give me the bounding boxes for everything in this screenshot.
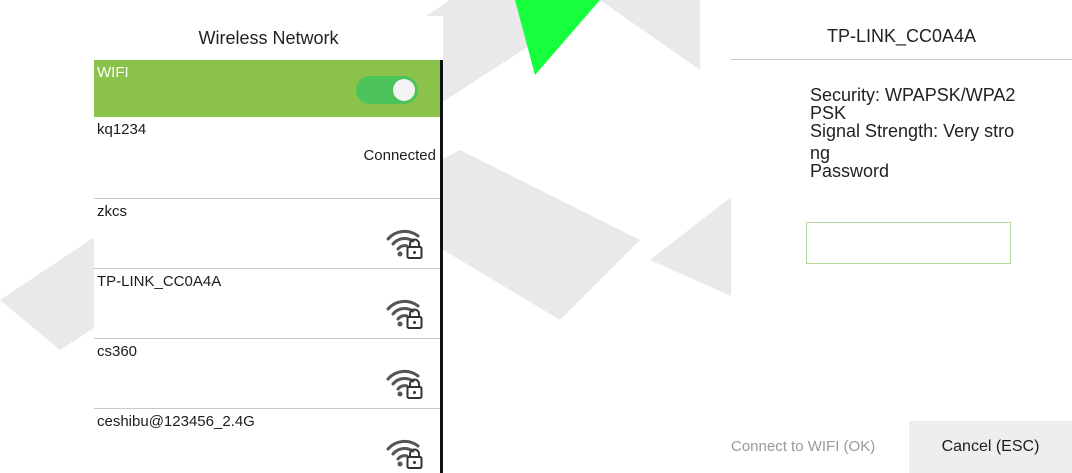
wifi-label: WIFI <box>97 64 129 81</box>
cancel-button[interactable]: Cancel (ESC) <box>909 421 1072 473</box>
network-detail-screen: TP-LINK_CC0A4A Security: WPAPSK/WPA2 PSK… <box>731 16 1072 473</box>
wireless-network-screen: Wireless Network WIFI kq1234 Connected z… <box>94 16 443 473</box>
network-name: cs360 <box>97 343 138 360</box>
password-label: Password <box>810 161 890 181</box>
network-item-ceshibu[interactable]: ceshibu@123456_2.4G <box>94 409 440 473</box>
network-item-kq1234[interactable]: kq1234 Connected <box>94 117 440 199</box>
network-item-tp-link-cc0a4a[interactable]: TP-LINK_CC0A4A <box>94 269 440 339</box>
connect-button[interactable]: Connect to WIFI (OK) <box>731 421 909 473</box>
connection-status: Connected <box>363 147 436 164</box>
wifi-lock-icon <box>386 439 423 469</box>
security-line-2: PSK <box>810 103 847 123</box>
wifi-lock-icon <box>386 369 423 399</box>
password-field[interactable] <box>806 222 1011 264</box>
network-name: zkcs <box>97 203 127 220</box>
network-name: ceshibu@123456_2.4G <box>97 413 255 430</box>
screen-edge <box>440 60 443 473</box>
network-name: kq1234 <box>97 121 147 138</box>
signal-line-1: Signal Strength: Very stro <box>810 121 1015 141</box>
network-item-zkcs[interactable]: zkcs <box>94 199 440 269</box>
wifi-toggle-switch[interactable] <box>356 76 418 104</box>
toggle-knob <box>393 79 415 101</box>
wifi-lock-icon <box>386 299 423 329</box>
network-title: TP-LINK_CC0A4A <box>731 16 1072 60</box>
network-name: TP-LINK_CC0A4A <box>97 273 222 290</box>
network-item-cs360[interactable]: cs360 <box>94 339 440 409</box>
signal-line-2: ng <box>810 143 831 163</box>
wifi-lock-icon <box>386 229 423 259</box>
security-line-1: Security: WPAPSK/WPA2 <box>810 85 1016 105</box>
wifi-toggle-row[interactable]: WIFI <box>94 60 440 117</box>
page-title: Wireless Network <box>94 16 443 60</box>
